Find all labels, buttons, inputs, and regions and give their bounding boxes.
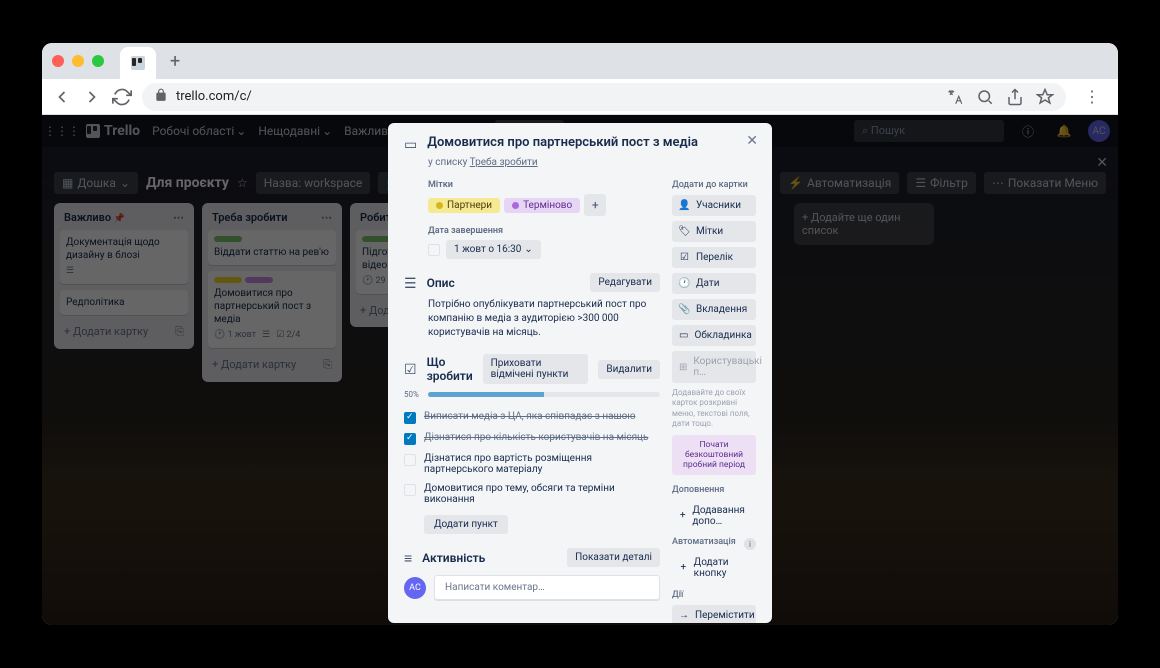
side-section-label: Доповнення <box>672 485 756 495</box>
checklist-icon: ☑ <box>404 362 417 378</box>
progress-bar <box>428 392 660 397</box>
info-icon[interactable]: i <box>744 538 756 550</box>
close-modal-button[interactable]: ✕ <box>746 133 758 149</box>
paperclip-icon: 📎 <box>679 304 690 315</box>
due-date-button[interactable]: 1 жовт о 16:30 ⌄ <box>446 240 541 259</box>
translate-icon[interactable] <box>946 88 964 106</box>
fields-icon: ⊞ <box>679 362 687 373</box>
hide-checked-button[interactable]: Приховати відмічені пункти <box>483 354 589 384</box>
plus-icon: + <box>679 562 688 573</box>
checklist-item[interactable]: Дізнатися про кількість користувачів на … <box>404 428 660 449</box>
bookmark-icon[interactable] <box>1036 88 1054 106</box>
custom-fields-button[interactable]: ⊞Користувацькі п… <box>672 351 756 383</box>
tag-icon: 🏷 <box>679 226 690 237</box>
checkbox[interactable] <box>404 454 416 466</box>
modal-main-column: Мітки Партнери Терміново + Дата завершен… <box>404 180 660 623</box>
checklist-title[interactable]: Що зробити <box>427 355 473 383</box>
description-heading: Опис <box>427 276 581 290</box>
label-chip[interactable]: Терміново <box>504 198 580 213</box>
due-checkbox[interactable] <box>428 244 440 256</box>
maximize-window-button[interactable] <box>92 55 104 67</box>
label-dot <box>512 202 519 209</box>
cover-button[interactable]: ▭Обкладинка <box>672 325 756 346</box>
modal-sidebar: Додати до картки 👤Учасники 🏷Мітки ☑Перел… <box>672 180 756 623</box>
card-list-location: у списку Треба зробити <box>428 157 756 168</box>
side-section-label: Автоматизація <box>672 537 736 547</box>
labels-button[interactable]: 🏷Мітки <box>672 221 756 242</box>
trello-favicon <box>130 55 146 71</box>
clock-icon: 🕐 <box>679 278 690 289</box>
list-link[interactable]: Треба зробити <box>470 157 538 168</box>
show-details-button[interactable]: Показати деталі <box>567 548 660 567</box>
lock-icon <box>154 88 168 106</box>
comment-input[interactable]: Написати коментар… <box>434 575 660 600</box>
browser-tab-strip: + <box>42 43 1118 79</box>
card-title[interactable]: Домовитися про партнерський пост з медіа <box>427 135 698 153</box>
add-label-button[interactable]: + <box>584 194 606 216</box>
custom-fields-hint: Додавайте до своїх карток розкривні меню… <box>672 388 756 430</box>
description-text[interactable]: Потрібно опублікувати партнерський пост … <box>428 298 660 340</box>
share-icon[interactable] <box>1006 88 1024 106</box>
add-automation-button[interactable]: +Додати кнопку <box>672 552 756 584</box>
edit-description-button[interactable]: Редагувати <box>590 273 660 292</box>
trello-app: ⋮⋮⋮ Trello Робочі області ⌄ Нещодавні ⌄ … <box>42 115 1118 625</box>
url-text: trello.com/c/ <box>176 89 252 104</box>
plus-icon: + <box>679 510 686 521</box>
add-checklist-item-button[interactable]: Додати пункт <box>424 515 508 534</box>
side-section-label: Дії <box>672 590 756 600</box>
arrow-right-icon: → <box>679 610 689 621</box>
zoom-icon[interactable] <box>976 88 994 106</box>
checkbox[interactable] <box>404 412 416 424</box>
minimize-window-button[interactable] <box>72 55 84 67</box>
forward-button[interactable] <box>82 87 102 107</box>
activity-icon: ≡ <box>404 550 412 567</box>
chevron-down-icon: ⌄ <box>524 244 532 255</box>
attachment-button[interactable]: 📎Вкладення <box>672 299 756 320</box>
add-powerup-button[interactable]: +Додавання допо… <box>672 500 756 532</box>
description-icon: ☰ <box>404 276 417 292</box>
close-window-button[interactable] <box>52 55 64 67</box>
dates-button[interactable]: 🕐Дати <box>672 273 756 294</box>
new-tab-button[interactable]: + <box>162 51 188 72</box>
browser-tab[interactable] <box>120 47 156 79</box>
checklist-item[interactable]: Домовитися про тему, обсяги та терміни в… <box>404 479 660 509</box>
trial-promo-button[interactable]: Почати безкоштовний пробний період <box>672 435 756 475</box>
user-icon: 👤 <box>679 200 690 211</box>
card-modal: ✕ ▭ Домовитися про партнерський пост з м… <box>388 123 772 623</box>
members-button[interactable]: 👤Учасники <box>672 195 756 216</box>
card-icon: ▭ <box>404 137 417 153</box>
due-heading: Дата завершення <box>428 226 660 236</box>
check-icon: ☑ <box>679 252 690 263</box>
labels-heading: Мітки <box>428 180 660 190</box>
checklist-item[interactable]: Дізнатися про вартість розміщення партне… <box>404 449 660 479</box>
address-bar[interactable]: trello.com/c/ <box>142 83 1066 111</box>
progress-percent: 50% <box>404 390 422 399</box>
modal-overlay[interactable]: ✕ ▭ Домовитися про партнерський пост з м… <box>42 115 1118 625</box>
delete-checklist-button[interactable]: Видалити <box>598 360 660 379</box>
browser-toolbar: trello.com/c/ ⋮ <box>42 79 1118 115</box>
checkbox[interactable] <box>404 433 416 445</box>
reload-button[interactable] <box>112 87 132 107</box>
user-avatar: AC <box>404 577 426 599</box>
label-chip[interactable]: Партнери <box>428 198 500 213</box>
side-section-label: Додати до картки <box>672 180 756 190</box>
window-controls <box>52 55 104 67</box>
back-button[interactable] <box>52 87 72 107</box>
checklist-button[interactable]: ☑Перелік <box>672 247 756 268</box>
move-button[interactable]: →Перемістити <box>672 605 756 623</box>
activity-heading: Активність <box>422 551 557 565</box>
image-icon: ▭ <box>679 330 688 341</box>
browser-window: + trello.com/c/ ⋮ ⋮⋮⋮ Trello Робочі обла… <box>42 43 1118 625</box>
checklist-item[interactable]: Виписати медіа з ЦА, яка співпадає з наш… <box>404 407 660 428</box>
browser-menu-button[interactable]: ⋮ <box>1076 87 1108 106</box>
checkbox[interactable] <box>404 484 416 496</box>
label-dot <box>436 202 443 209</box>
